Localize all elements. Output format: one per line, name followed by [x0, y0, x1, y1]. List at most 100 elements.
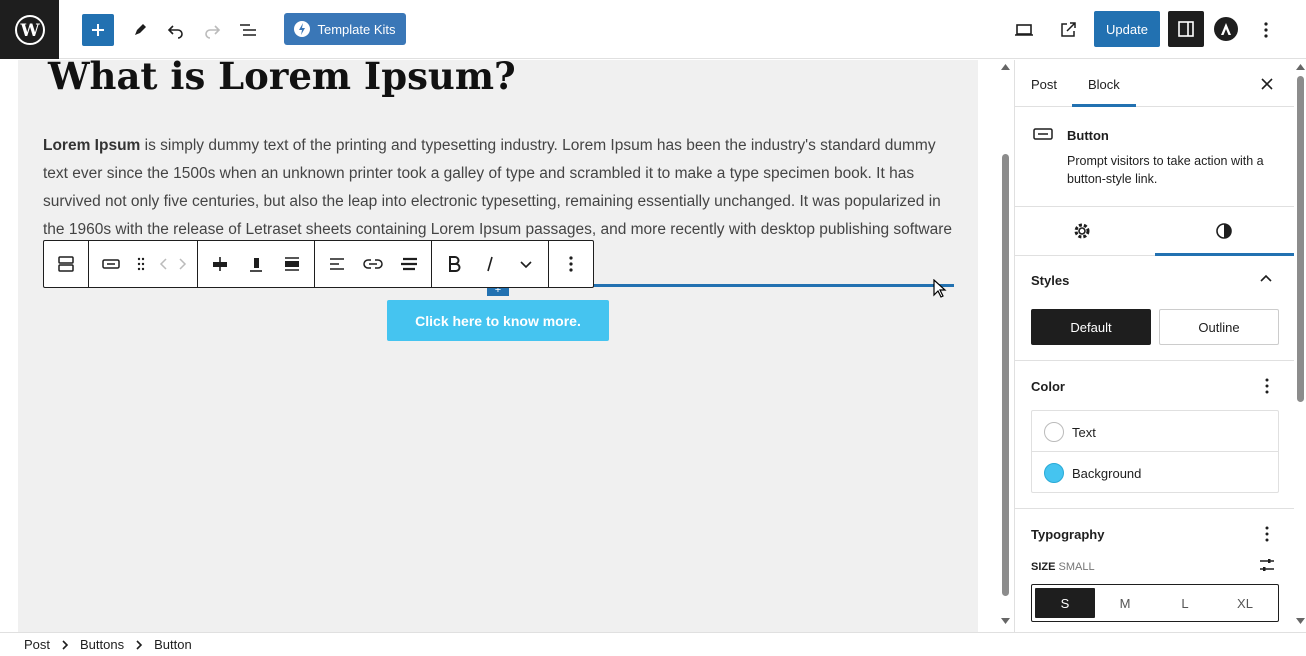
chevron-up-icon[interactable] [1260, 274, 1272, 282]
drag-handle-icon [137, 257, 145, 271]
breadcrumb-post[interactable]: Post [24, 637, 50, 652]
canvas-scrollbar[interactable] [998, 60, 1013, 632]
more-vertical-icon[interactable] [1265, 378, 1269, 394]
update-button[interactable]: Update [1094, 11, 1160, 47]
scroll-up-icon [1296, 64, 1305, 70]
more-vertical-icon[interactable] [1265, 526, 1269, 542]
italic-button[interactable] [472, 241, 508, 287]
tab-styles[interactable] [1215, 222, 1233, 245]
svg-text:W: W [19, 21, 40, 41]
block-card: Button Prompt visitors to take action wi… [1015, 107, 1295, 207]
bold-icon [449, 256, 461, 272]
settings-sliders-icon[interactable] [1259, 557, 1275, 573]
pencil-icon [135, 24, 146, 35]
scroll-down-icon [1296, 618, 1305, 624]
move-arrows[interactable] [153, 241, 193, 287]
strikethrough-icon [401, 257, 417, 271]
paragraph-bold: Lorem Ipsum [43, 137, 141, 154]
strikethrough-style-button[interactable] [391, 241, 427, 287]
more-vertical-icon [1264, 22, 1268, 38]
italic-icon [487, 256, 493, 272]
color-bg-label: Background [1072, 466, 1142, 481]
sidebar-scrollbar[interactable] [1294, 60, 1306, 632]
document-overview-button[interactable] [232, 14, 264, 46]
drag-handle[interactable] [129, 241, 153, 287]
block-toolbar [43, 240, 594, 288]
close-icon [1261, 78, 1273, 90]
redo-icon [205, 25, 221, 39]
half-circle-icon [1216, 223, 1232, 239]
tab-post[interactable]: Post [1031, 77, 1057, 92]
view-post-button[interactable] [1052, 14, 1084, 46]
block-card-title: Button [1067, 128, 1109, 143]
style-default-button[interactable]: Default [1031, 309, 1151, 345]
tab-block[interactable]: Block [1088, 77, 1120, 92]
styles-panel-title[interactable]: Styles [1031, 273, 1069, 288]
button-block-icon [1033, 128, 1053, 140]
scroll-up-icon [1001, 64, 1010, 70]
cta-button[interactable]: Click here to know more. [387, 300, 609, 341]
tools-button[interactable] [124, 14, 156, 46]
tab-settings[interactable] [1073, 222, 1091, 245]
color-background-row[interactable]: Background [1032, 452, 1278, 493]
chevron-down-icon [520, 261, 532, 269]
color-settings-box: Text Background [1031, 410, 1279, 493]
wordpress-logo-icon[interactable]: W [0, 0, 59, 59]
align-left-icon [330, 258, 344, 270]
settings-sidebar-toggle[interactable] [1168, 11, 1204, 47]
canvas-content: What is Lorem Ipsum? Lorem Ipsum is simp… [18, 60, 978, 632]
post-heading[interactable]: What is Lorem Ipsum? [48, 60, 516, 98]
size-option-l[interactable]: L [1155, 588, 1215, 618]
font-size-label: SIZE SMALL [1031, 561, 1095, 573]
size-option-xl[interactable]: XL [1215, 588, 1275, 618]
panel-divider [1015, 360, 1295, 361]
color-text-row[interactable]: Text [1032, 411, 1278, 452]
text-color-swatch [1044, 422, 1064, 442]
astra-settings-button[interactable] [1214, 17, 1238, 41]
sidebar-scroll-thumb[interactable] [1297, 76, 1304, 402]
breadcrumb-buttons[interactable]: Buttons [80, 637, 124, 652]
style-outline-button[interactable]: Outline [1159, 309, 1279, 345]
preview-button[interactable] [1008, 14, 1040, 46]
panel-divider [1015, 508, 1295, 509]
more-vertical-icon [569, 256, 573, 272]
block-type-button[interactable] [93, 241, 129, 287]
canvas-scroll-thumb[interactable] [1002, 154, 1009, 596]
scroll-down-icon [1001, 618, 1010, 624]
plus-icon [92, 24, 104, 36]
options-menu-button[interactable] [1250, 14, 1282, 46]
link-button[interactable] [355, 241, 391, 287]
sidebar-icon [1178, 21, 1194, 37]
more-format-dropdown[interactable] [508, 241, 544, 287]
close-sidebar-button[interactable] [1255, 72, 1279, 96]
link-icon [363, 259, 383, 269]
size-option-s[interactable]: S [1035, 588, 1095, 618]
laptop-icon [1015, 24, 1033, 36]
bold-button[interactable] [436, 241, 472, 287]
vertical-align-button[interactable] [238, 241, 274, 287]
align-bottom-icon [250, 258, 262, 272]
full-width-button[interactable] [274, 241, 310, 287]
justify-center-button[interactable] [202, 241, 238, 287]
button-block-icon [102, 259, 120, 269]
chevron-right-icon [62, 639, 69, 650]
add-block-button[interactable] [82, 14, 114, 46]
settings-sidebar: Post Block Button Prompt visitors to tak… [1014, 60, 1295, 632]
color-text-label: Text [1072, 425, 1096, 440]
active-mode-indicator [1155, 253, 1295, 256]
editor-topbar: W Template Kits Update [0, 0, 1306, 59]
text-align-button[interactable] [319, 241, 355, 287]
background-color-swatch [1044, 463, 1064, 483]
list-view-icon [240, 24, 256, 36]
select-parent-button[interactable] [48, 241, 84, 287]
block-options-button[interactable] [553, 241, 589, 287]
typography-panel-title: Typography [1031, 527, 1105, 542]
redo-button[interactable] [196, 14, 228, 46]
undo-button[interactable] [160, 14, 192, 46]
options-group [549, 241, 593, 287]
breadcrumb-button[interactable]: Button [154, 637, 192, 652]
buttons-block-icon [58, 256, 74, 272]
size-option-m[interactable]: M [1095, 588, 1155, 618]
chevron-right-icon [136, 639, 143, 650]
template-kits-button[interactable]: Template Kits [284, 13, 406, 45]
